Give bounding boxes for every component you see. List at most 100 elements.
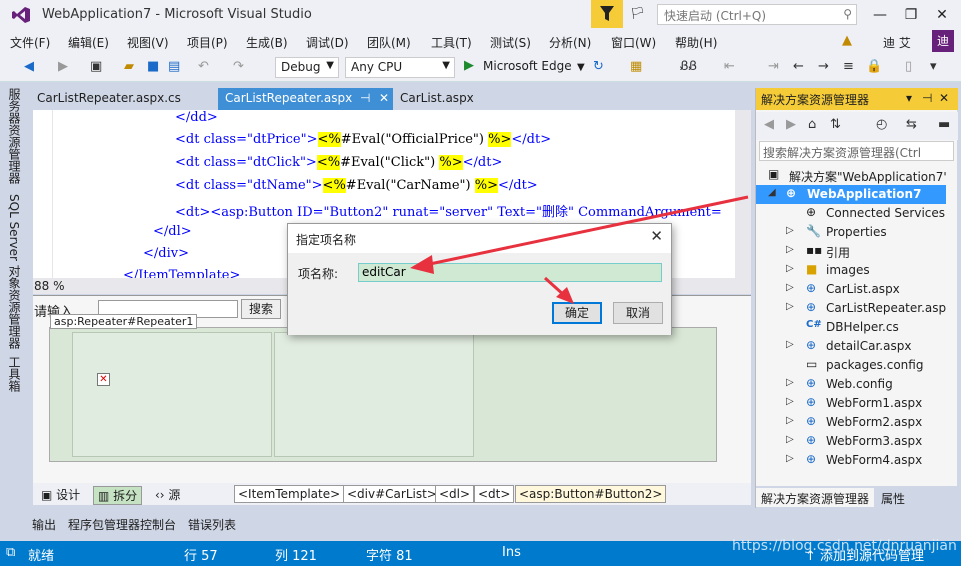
collapse-icon[interactable]: ⇆ — [906, 117, 917, 132]
menu-build[interactable]: 生成(B) — [246, 34, 288, 51]
quick-launch-input[interactable]: 快速启动 (Ctrl+Q) ⚲ — [657, 4, 857, 25]
tree-item[interactable]: ▷ ⊕ CarListRepeater.aspx — [756, 299, 946, 318]
restore-button[interactable]: ❐ — [897, 4, 925, 26]
tab-package-manager[interactable]: 程序包管理器控制台 — [68, 516, 176, 533]
tab-error-list[interactable]: 错误列表 — [188, 516, 236, 533]
dialog-close-button[interactable]: ✕ — [650, 227, 663, 245]
back-icon[interactable]: ◀ — [764, 117, 774, 132]
expand-arrow-icon[interactable]: ▷ — [786, 339, 794, 350]
start-debug-icon[interactable]: ▶ — [464, 58, 474, 73]
tab-carlistrepeater-cs[interactable]: CarListRepeater.aspx.cs — [30, 88, 216, 110]
menu-view[interactable]: 视图(V) — [127, 34, 169, 51]
breadcrumb-item[interactable]: <asp:Button#Button2> — [515, 485, 667, 503]
tree-item[interactable]: ▷ ⊕ WebForm3.aspx — [756, 432, 946, 451]
nav-forward-icon[interactable]: → — [818, 59, 829, 74]
new-project-icon[interactable]: ▣ — [90, 59, 102, 74]
chevron-down-icon[interactable]: ▼ — [577, 62, 585, 73]
breadcrumb-item[interactable]: <div#CarList> — [343, 485, 441, 503]
pin-icon[interactable]: ⊣ — [922, 91, 932, 105]
breadcrumb-item[interactable]: <ItemTemplate> — [234, 485, 345, 503]
tree-item[interactable]: ▷ ⊕ Web.config — [756, 375, 946, 394]
comment-icon[interactable]: ≡ — [843, 59, 854, 74]
menu-test[interactable]: 测试(S) — [490, 34, 531, 51]
sql-object-explorer-tab[interactable]: SQL Server 对象资源管理器 — [6, 194, 23, 349]
bookmark-icon[interactable]: ⇤ — [724, 59, 735, 74]
ok-button[interactable]: 确定 — [552, 302, 602, 324]
dropdown-icon[interactable]: ▾ — [906, 91, 912, 105]
tree-item[interactable]: ▷ ⊕ WebForm4.aspx — [756, 451, 946, 470]
solution-search-input[interactable]: 搜索解决方案资源管理器(Ctrl — [759, 141, 954, 161]
menu-file[interactable]: 文件(F) — [10, 34, 50, 51]
menu-debug[interactable]: 调试(D) — [306, 34, 349, 51]
tab-carlistrepeater-aspx[interactable]: CarListRepeater.aspx ⊣ ✕ — [218, 88, 398, 110]
open-folder-icon[interactable]: ▰ — [124, 59, 134, 74]
browser-link-icon[interactable]: ▦ — [630, 59, 642, 74]
source-view-button[interactable]: ‹› 源 — [155, 486, 180, 503]
menu-window[interactable]: 窗口(W) — [611, 34, 656, 51]
expand-arrow-icon[interactable]: ▷ — [786, 301, 794, 312]
editor-vertical-scrollbar[interactable] — [735, 110, 751, 278]
expand-arrow-icon[interactable]: ◢ — [768, 187, 776, 198]
sync-icon[interactable]: ⇅ — [830, 117, 841, 132]
user-name[interactable]: 迪 艾 — [883, 34, 911, 51]
undo-icon[interactable]: ↶ — [198, 59, 209, 74]
expand-arrow-icon[interactable]: ▷ — [786, 434, 794, 445]
repeater-control[interactable]: ✕ — [49, 327, 717, 462]
format-icon[interactable]: ᏰᏰ — [680, 59, 697, 74]
tab-carlist-aspx[interactable]: CarList.aspx — [393, 88, 513, 110]
notification-icon[interactable]: 🏳 — [630, 6, 645, 20]
tree-item[interactable]: ▷ 🔧 Properties — [756, 223, 946, 242]
redo-icon[interactable]: ↷ — [233, 59, 244, 74]
close-icon[interactable]: ✕ — [939, 91, 949, 105]
zoom-level[interactable]: 88 % — [34, 279, 65, 293]
run-target-button[interactable]: Microsoft Edge — [483, 59, 572, 73]
close-window-button[interactable]: ✕ — [928, 4, 956, 26]
expand-arrow-icon[interactable]: ▷ — [786, 396, 794, 407]
tree-item[interactable]: C# DBHelper.cs — [756, 318, 946, 337]
save-icon[interactable]: ■ — [147, 59, 159, 74]
menu-project[interactable]: 项目(P) — [187, 34, 228, 51]
menu-analyze[interactable]: 分析(N) — [549, 34, 591, 51]
home-icon[interactable]: ⌂ — [808, 117, 816, 132]
expand-arrow-icon[interactable]: ▷ — [786, 377, 794, 388]
search-button[interactable]: 搜索 — [241, 299, 281, 319]
platform-select[interactable]: Any CPU ▼ — [345, 57, 455, 78]
toolbox-tab[interactable]: 工具箱 — [6, 356, 23, 392]
tree-item-solution[interactable]: ▣ 解决方案"WebApplication7" — [756, 166, 946, 185]
cancel-button[interactable]: 取消 — [613, 302, 663, 324]
save-all-icon[interactable]: ▤ — [168, 59, 180, 74]
tree-item[interactable]: ▷ ▪▪ 引用 — [756, 242, 946, 261]
tab-properties[interactable]: 属性 — [876, 488, 910, 507]
menu-help[interactable]: 帮助(H) — [675, 34, 717, 51]
design-view-button[interactable]: ▣ 设计 — [41, 486, 80, 503]
tree-item[interactable]: ▷ ■ images — [756, 261, 946, 280]
back-icon[interactable]: ◀ — [24, 59, 34, 74]
forward-icon[interactable]: ▶ — [58, 59, 68, 74]
lock-icon[interactable]: 🔒 — [866, 59, 882, 74]
warning-icon[interactable]: ▲ — [842, 33, 852, 48]
tree-item[interactable]: ▷ ⊕ detailCar.aspx — [756, 337, 946, 356]
expand-arrow-icon[interactable]: ▷ — [786, 415, 794, 426]
menu-tools[interactable]: 工具(T) — [431, 34, 472, 51]
tab-output[interactable]: 输出 — [32, 516, 56, 533]
copy-icon[interactable]: ▯ — [905, 59, 912, 74]
pending-changes-icon[interactable]: ◴ — [876, 117, 887, 132]
avatar[interactable]: 迪 — [932, 30, 954, 52]
tree-item[interactable]: ▷ ⊕ WebForm1.aspx — [756, 394, 946, 413]
tree-item-project[interactable]: ◢ ⊕ WebApplication7 — [756, 185, 946, 204]
forward-icon[interactable]: ▶ — [786, 117, 796, 132]
pin-icon[interactable]: ⊣ — [360, 91, 370, 105]
item-name-input[interactable]: editCar — [358, 263, 662, 282]
properties-icon[interactable]: ▬ — [938, 117, 950, 132]
feedback-filter-button[interactable] — [591, 0, 623, 28]
refresh-icon[interactable]: ↻ — [593, 59, 604, 74]
server-explorer-tab[interactable]: 服务器资源管理器 — [6, 88, 23, 184]
breadcrumb-item[interactable]: <dl> — [435, 485, 475, 503]
tree-item[interactable]: ▷ ⊕ CarList.aspx — [756, 280, 946, 299]
expand-arrow-icon[interactable]: ▷ — [786, 282, 794, 293]
tree-item[interactable]: ⊕ Connected Services — [756, 204, 946, 223]
tree-item[interactable]: ▭ packages.config — [756, 356, 946, 375]
menu-edit[interactable]: 编辑(E) — [68, 34, 109, 51]
expand-arrow-icon[interactable]: ▷ — [786, 225, 794, 236]
more-icon[interactable]: ▾ — [930, 59, 937, 74]
